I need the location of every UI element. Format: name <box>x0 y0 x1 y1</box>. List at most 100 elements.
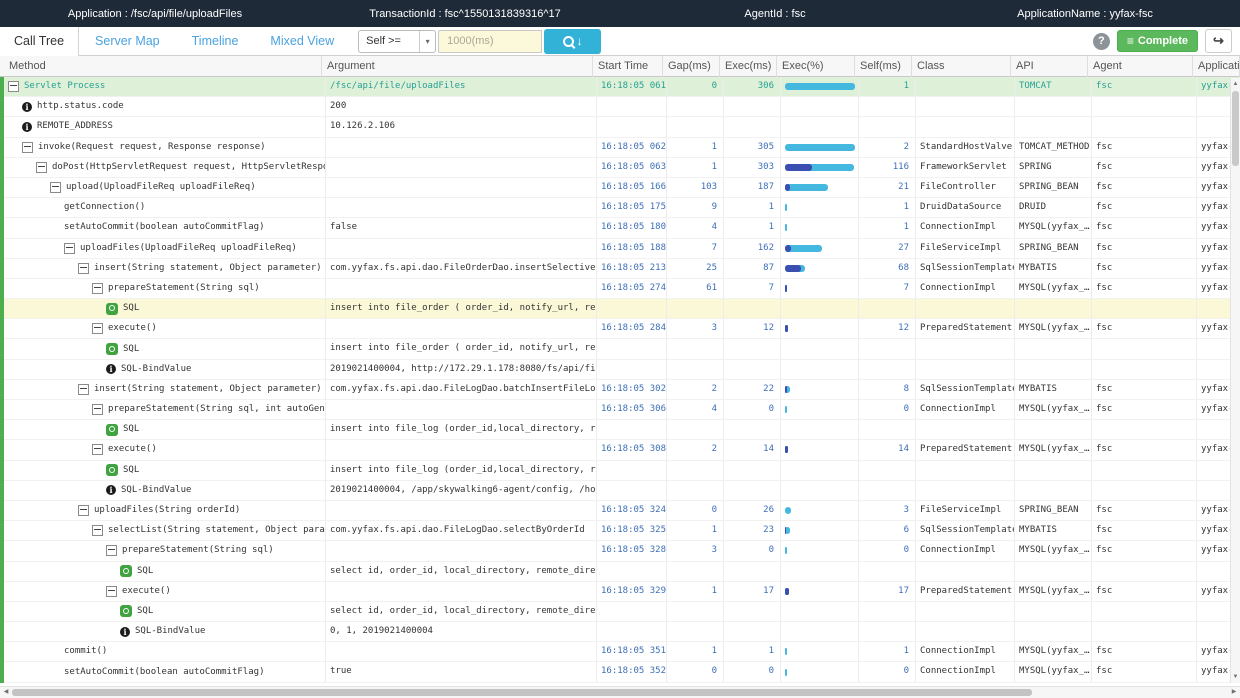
collapse-icon[interactable] <box>106 586 117 597</box>
scroll-right-icon[interactable]: ▶ <box>1228 687 1240 698</box>
table-row[interactable]: selectList(String statement, Object para… <box>4 521 1240 541</box>
cell-exec: 1 <box>724 218 781 237</box>
refresh-button[interactable]: ↪ <box>1205 29 1232 53</box>
collapse-icon[interactable] <box>36 162 47 173</box>
scroll-left-icon[interactable]: ◀ <box>0 687 12 698</box>
collapse-icon[interactable] <box>92 283 103 294</box>
table-row[interactable]: ihttp.status.code200 <box>4 97 1240 117</box>
cell-execpct <box>781 622 859 641</box>
table-row[interactable]: SQLinsert into file_log (order_id,local_… <box>4 461 1240 481</box>
table-row[interactable]: iREMOTE_ADDRESS10.126.2.106 <box>4 117 1240 137</box>
table-row[interactable]: setAutoCommit(boolean autoCommitFlag)tru… <box>4 662 1240 682</box>
tab-mixed-view[interactable]: Mixed View <box>254 27 350 56</box>
collapse-icon[interactable] <box>92 404 103 415</box>
tab-timeline[interactable]: Timeline <box>176 27 255 56</box>
threshold-input[interactable] <box>438 30 542 53</box>
vertical-scrollbar[interactable]: ▲ ▼ <box>1230 78 1240 683</box>
collapse-icon[interactable] <box>92 525 103 536</box>
table-row[interactable]: execute()16:18:05 32911717PreparedStatem… <box>4 582 1240 602</box>
collapse-icon[interactable] <box>92 444 103 455</box>
horizontal-scrollbar[interactable]: ◀ ▶ <box>0 686 1240 698</box>
table-row[interactable]: SQLinsert into file_order ( order_id, no… <box>4 339 1240 359</box>
scroll-up-icon[interactable]: ▲ <box>1231 78 1240 90</box>
table-row[interactable]: Servlet Process/fsc/api/file/uploadFiles… <box>4 77 1240 97</box>
tree-indent <box>4 328 92 329</box>
complete-button[interactable]: ≡ Complete <box>1117 30 1198 52</box>
cell-argument: com.yyfax.fs.api.dao.FileOrderDao.insert… <box>326 259 597 278</box>
collapse-icon[interactable] <box>92 323 103 334</box>
table-row[interactable]: prepareStatement(String sql, int autoGen… <box>4 400 1240 420</box>
method-label: http.status.code <box>37 97 124 116</box>
method-label: SQL <box>123 299 139 318</box>
table-body: Servlet Process/fsc/api/file/uploadFiles… <box>0 77 1240 683</box>
table-row[interactable]: prepareStatement(String sql)16:18:05 328… <box>4 541 1240 561</box>
cell-exec <box>724 97 781 116</box>
table-row[interactable]: prepareStatement(String sql)16:18:05 274… <box>4 279 1240 299</box>
tab-call-tree[interactable]: Call Tree <box>0 27 79 56</box>
cell-execpct <box>781 279 859 298</box>
table-row[interactable]: doPost(HttpServletRequest request, HttpS… <box>4 158 1240 178</box>
sql-icon <box>120 605 132 617</box>
cell-self: 1 <box>859 198 916 217</box>
table-row[interactable]: insert(String statement, Object paramete… <box>4 259 1240 279</box>
table-row[interactable]: execute()16:18:05 30821414PreparedStatem… <box>4 440 1240 460</box>
cell-start: 16:18:05 166 <box>597 178 667 197</box>
collapse-icon[interactable] <box>64 243 75 254</box>
table-row[interactable]: getConnection()16:18:05 175911DruidDataS… <box>4 198 1240 218</box>
cell-gap <box>667 360 724 379</box>
horizontal-scroll-thumb[interactable] <box>12 689 1032 696</box>
tree-indent <box>4 571 120 572</box>
collapse-icon[interactable] <box>106 545 117 556</box>
cell-api: MYSQL(yyfax_… <box>1015 319 1092 338</box>
cell-execpct <box>781 218 859 237</box>
cell-api: SPRING_BEAN <box>1015 239 1092 258</box>
agent-id-info: AgentId : fsc <box>620 8 930 20</box>
table-row[interactable]: uploadFiles(String orderId)16:18:05 3240… <box>4 501 1240 521</box>
cell-method: doPost(HttpServletRequest request, HttpS… <box>4 158 326 177</box>
cell-api <box>1015 420 1092 439</box>
method-label: SQL-BindValue <box>121 481 191 500</box>
table-row[interactable]: invoke(Request request, Response respons… <box>4 138 1240 158</box>
sql-icon <box>106 424 118 436</box>
table-row[interactable]: commit()16:18:05 351111ConnectionImplMYS… <box>4 642 1240 662</box>
table-row[interactable]: SQLselect id, order_id, local_directory,… <box>4 562 1240 582</box>
table-row[interactable]: uploadFiles(UploadFileReq uploadFileReq)… <box>4 239 1240 259</box>
table-row[interactable]: SQLinsert into file_order ( order_id, no… <box>4 299 1240 319</box>
method-label: selectList(String statement, Object para… <box>108 521 325 540</box>
cell-gap: 0 <box>667 501 724 520</box>
filter-operator-select[interactable]: Self >= ▾ <box>358 30 436 53</box>
table-row[interactable]: upload(UploadFileReq uploadFileReq)16:18… <box>4 178 1240 198</box>
column-header-api: API <box>1011 56 1088 77</box>
help-icon[interactable]: ? <box>1093 33 1110 50</box>
table-row[interactable]: iSQL-BindValue2019021400004, http://172.… <box>4 360 1240 380</box>
cell-method: SQL <box>4 602 326 621</box>
vertical-scroll-thumb[interactable] <box>1232 91 1239 166</box>
table-row[interactable]: SQLselect id, order_id, local_directory,… <box>4 602 1240 622</box>
collapse-icon[interactable] <box>78 505 89 516</box>
exec-bar <box>785 204 787 211</box>
table-row[interactable]: insert(String statement, Object paramete… <box>4 380 1240 400</box>
cell-class <box>916 622 1015 641</box>
tab-server-map[interactable]: Server Map <box>79 27 176 56</box>
table-row[interactable]: SQLinsert into file_log (order_id,local_… <box>4 420 1240 440</box>
collapse-icon[interactable] <box>22 142 33 153</box>
cell-gap: 1 <box>667 582 724 601</box>
cell-gap: 0 <box>667 77 724 96</box>
table-row[interactable]: setAutoCommit(boolean autoCommitFlag)fal… <box>4 218 1240 238</box>
method-label: uploadFiles(String orderId) <box>94 501 240 520</box>
tree-indent <box>4 470 106 471</box>
collapse-icon[interactable] <box>50 182 61 193</box>
collapse-icon[interactable] <box>8 81 19 92</box>
table-row[interactable]: iSQL-BindValue2019021400004, /app/skywal… <box>4 481 1240 501</box>
collapse-icon[interactable] <box>78 384 89 395</box>
cell-agent <box>1092 339 1197 358</box>
table-row[interactable]: execute()16:18:05 28431212PreparedStatem… <box>4 319 1240 339</box>
collapse-icon[interactable] <box>78 263 89 274</box>
cell-execpct <box>781 299 859 318</box>
cell-exec <box>724 299 781 318</box>
search-button[interactable]: ↓ <box>544 29 601 54</box>
cell-exec <box>724 339 781 358</box>
cell-api: DRUID <box>1015 198 1092 217</box>
scroll-down-icon[interactable]: ▼ <box>1231 671 1240 683</box>
table-row[interactable]: iSQL-BindValue0, 1, 2019021400004 <box>4 622 1240 642</box>
